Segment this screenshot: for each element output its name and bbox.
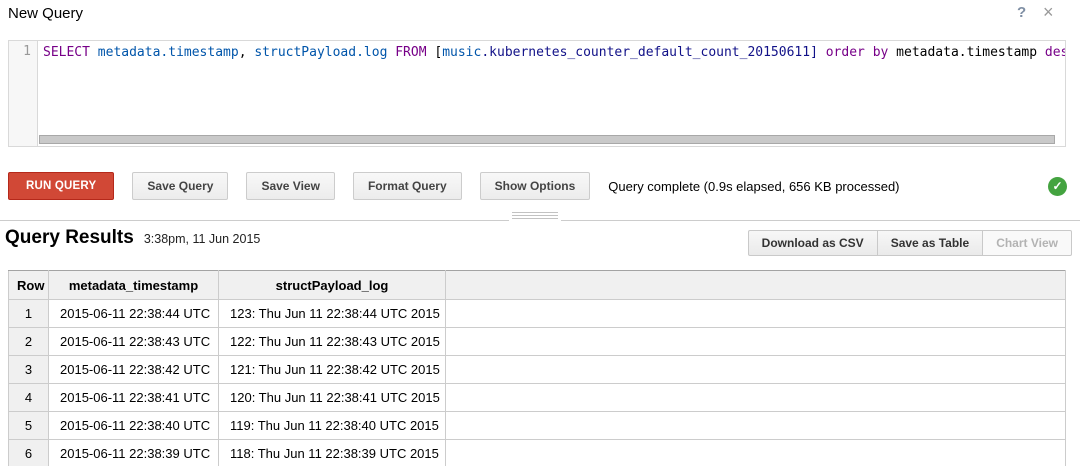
column-header-filler [446,271,1066,300]
splitter-grip-handle[interactable] [509,211,561,224]
filler-cell [446,300,1066,328]
data-cell: 121: Thu Jun 11 22:38:42 UTC 2015 [219,356,446,384]
sql-token: by [873,45,889,60]
data-cell: 119: Thu Jun 11 22:38:40 UTC 2015 [219,412,446,440]
table-row: 42015-06-11 22:38:41 UTC120: Thu Jun 11 … [9,384,1066,412]
filler-cell [446,356,1066,384]
run-query-button[interactable]: RUN QUERY [8,172,114,200]
table-row: 52015-06-11 22:38:40 UTC119: Thu Jun 11 … [9,412,1066,440]
filler-cell [446,328,1066,356]
table-row: 12015-06-11 22:38:44 UTC123: Thu Jun 11 … [9,300,1066,328]
results-table: Row metadata_timestamp structPayload_log… [8,270,1066,466]
sql-token: metadata.timestamp [98,45,239,60]
results-table-head: Row metadata_timestamp structPayload_log [9,271,1066,300]
header-row: Row metadata_timestamp structPayload_log [9,271,1066,300]
new-query-panel: New Query ? × 1 SELECT metadata.timestam… [0,0,1080,466]
data-cell: 120: Thu Jun 11 22:38:41 UTC 2015 [219,384,446,412]
editor-hscrollbar-track [39,134,1055,145]
sql-token: des [1045,45,1066,60]
column-header-log: structPayload_log [219,271,446,300]
data-cell: 2015-06-11 22:38:43 UTC [49,328,219,356]
column-header-timestamp: metadata_timestamp [49,271,219,300]
sql-token: [ [427,45,443,60]
show-options-button[interactable]: Show Options [480,172,591,200]
column-header-row: Row [9,271,49,300]
data-cell: 2015-06-11 22:38:44 UTC [49,300,219,328]
format-query-button[interactable]: Format Query [353,172,462,200]
sql-token [865,45,873,60]
data-cell: 122: Thu Jun 11 22:38:43 UTC 2015 [219,328,446,356]
query-success-check-icon: ✓ [1048,177,1067,196]
table-row: 22015-06-11 22:38:43 UTC122: Thu Jun 11 … [9,328,1066,356]
sql-token: , [239,45,255,60]
download-csv-button[interactable]: Download as CSV [748,230,878,256]
sql-token: .kubernetes_counter_default_count_201506… [481,45,818,60]
results-timestamp: 3:38pm, 11 Jun 2015 [144,232,261,246]
row-number-cell: 6 [9,440,49,466]
sql-token [90,45,98,60]
table-row: 62015-06-11 22:38:39 UTC118: Thu Jun 11 … [9,440,1066,466]
data-cell: 2015-06-11 22:38:40 UTC [49,412,219,440]
filler-cell [446,384,1066,412]
sql-code-line[interactable]: SELECT metadata.timestamp, structPayload… [43,44,1066,61]
save-view-button[interactable]: Save View [246,172,335,200]
sql-token: order [826,45,865,60]
sql-token: FROM [395,45,426,60]
row-number-cell: 3 [9,356,49,384]
data-cell: 123: Thu Jun 11 22:38:44 UTC 2015 [219,300,446,328]
close-icon[interactable]: × [1043,2,1054,23]
data-cell: 2015-06-11 22:38:42 UTC [49,356,219,384]
editor-gutter: 1 [9,41,38,146]
save-as-table-button[interactable]: Save as Table [878,230,984,256]
data-cell: 2015-06-11 22:38:41 UTC [49,384,219,412]
filler-cell [446,440,1066,466]
sql-token: SELECT [43,45,90,60]
panel-title: New Query [8,5,83,22]
query-toolbar: RUN QUERY Save Query Save View Format Qu… [8,172,1072,200]
results-header: Query Results 3:38pm, 11 Jun 2015 Downlo… [5,227,1072,257]
results-action-group: Download as CSV Save as Table Chart View [748,230,1072,256]
data-cell: 118: Thu Jun 11 22:38:39 UTC 2015 [219,440,446,466]
editor-hscrollbar-thumb[interactable] [39,135,1055,144]
save-query-button[interactable]: Save Query [132,172,228,200]
sql-token [818,45,826,60]
table-row: 32015-06-11 22:38:42 UTC121: Thu Jun 11 … [9,356,1066,384]
help-icon[interactable]: ? [1017,4,1026,21]
row-number-cell: 5 [9,412,49,440]
chart-view-button: Chart View [983,230,1072,256]
filler-cell [446,412,1066,440]
results-table-body: 12015-06-11 22:38:44 UTC123: Thu Jun 11 … [9,300,1066,466]
row-number-cell: 4 [9,384,49,412]
query-status-text: Query complete (0.9s elapsed, 656 KB pro… [608,179,899,194]
sql-token: structPayload.log [254,45,387,60]
data-cell: 2015-06-11 22:38:39 UTC [49,440,219,466]
line-number: 1 [9,44,37,59]
row-number-cell: 2 [9,328,49,356]
results-title: Query Results [5,227,134,249]
sql-token: music [442,45,481,60]
row-number-cell: 1 [9,300,49,328]
sql-editor[interactable]: 1 SELECT metadata.timestamp, structPaylo… [8,40,1066,147]
sql-token: metadata.timestamp [888,45,1045,60]
